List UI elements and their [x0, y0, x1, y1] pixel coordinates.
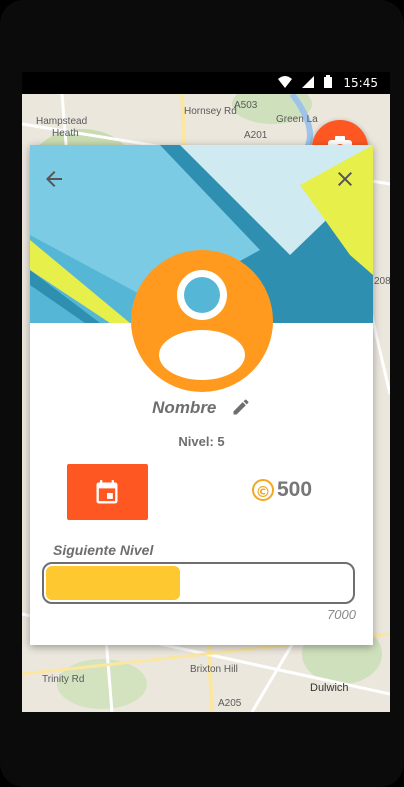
- name-row: Nombre: [30, 397, 373, 418]
- map-label: A503: [234, 100, 258, 111]
- coin-balance: © 500: [252, 478, 312, 502]
- coin-value: 500: [277, 478, 313, 501]
- map-label: Hampstead: [36, 116, 88, 127]
- map-label: Heath: [52, 128, 79, 139]
- map-label: 208: [374, 276, 390, 287]
- calendar-button[interactable]: [67, 464, 148, 520]
- status-icons: [278, 75, 332, 88]
- map-label: Dulwich: [310, 682, 349, 694]
- arrow-back-icon: [46, 171, 62, 187]
- next-level-label: Siguiente Nivel: [53, 542, 154, 558]
- device-frame: Hampstead Heath Hornsey Rd A503 A201 Gre…: [0, 0, 404, 787]
- person-icon: [159, 270, 245, 380]
- status-time: 15:45: [343, 76, 378, 90]
- close-icon: [338, 172, 352, 186]
- profile-name: Nombre: [152, 398, 217, 417]
- calendar-icon: [96, 480, 118, 504]
- map-label: A201: [244, 130, 268, 141]
- level-progress-bar: [42, 562, 355, 604]
- map-label: Hornsey Rd: [184, 106, 237, 117]
- profile-dialog: Nombre Nivel: 5 © 500 Siguiente Nivel 70…: [30, 145, 373, 645]
- back-button[interactable]: [42, 167, 66, 191]
- pencil-icon: [233, 399, 249, 415]
- signal-icon: [302, 75, 314, 88]
- coin-icon: ©: [252, 479, 274, 501]
- map-label: Brixton Hill: [190, 664, 238, 675]
- next-level-value: 7000: [327, 607, 356, 622]
- edit-name-button[interactable]: [231, 397, 251, 417]
- close-button[interactable]: [333, 167, 357, 191]
- map-label: Trinity Rd: [42, 674, 85, 685]
- status-bar: 15:45: [22, 72, 390, 94]
- map-label: A205: [218, 698, 242, 709]
- progress-fill: [46, 566, 180, 600]
- avatar[interactable]: [131, 250, 273, 392]
- level-text: Nivel: 5: [178, 434, 225, 449]
- battery-icon: [324, 75, 332, 88]
- wifi-icon: [278, 75, 292, 88]
